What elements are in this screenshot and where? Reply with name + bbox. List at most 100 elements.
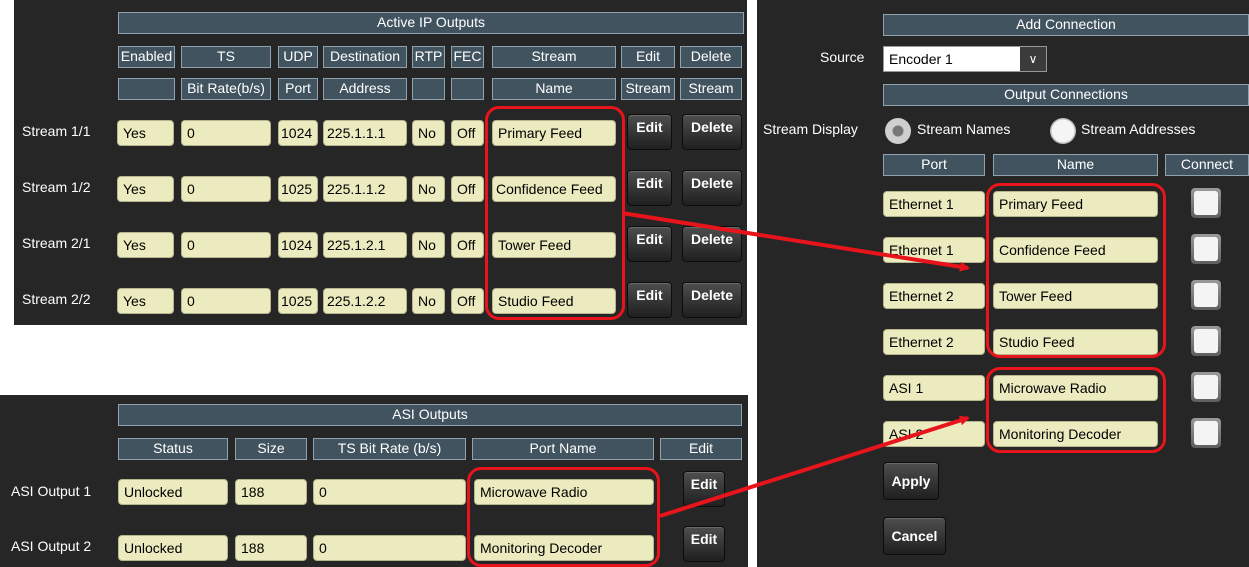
enabled-field[interactable]: Yes	[117, 288, 174, 314]
edit-stream-button[interactable]: Edit	[627, 114, 672, 150]
col-header-port: Port	[883, 154, 985, 176]
fec-field[interactable]: Off	[451, 176, 484, 202]
source-value: Encoder 1	[889, 51, 953, 67]
edit-asi-button[interactable]: Edit	[683, 526, 725, 562]
enabled-field[interactable]: Yes	[117, 176, 174, 202]
col-header-enabled-sub	[118, 78, 175, 100]
col-header-delete: Delete	[680, 46, 742, 68]
udp-port-field[interactable]: 1025	[278, 176, 318, 202]
bitrate-field[interactable]: 0	[181, 232, 271, 258]
stream-display-label: Stream Display	[763, 121, 858, 137]
connect-checkbox[interactable]	[1191, 188, 1221, 218]
destination-address-field[interactable]: 225.1.1.2	[323, 176, 407, 202]
col-header-name: Name	[993, 154, 1158, 176]
edit-stream-button[interactable]: Edit	[627, 282, 672, 318]
port-name-field[interactable]: Monitoring Decoder	[474, 535, 654, 561]
ts-bitrate-field: 0	[313, 479, 466, 505]
col-header-size: Size	[235, 438, 307, 460]
col-header-rtp: RTP	[412, 46, 445, 68]
connection-name-field: Primary Feed	[993, 191, 1158, 217]
status-field: Unlocked	[118, 535, 228, 561]
udp-port-field[interactable]: 1024	[278, 232, 318, 258]
destination-address-field[interactable]: 225.1.2.2	[323, 288, 407, 314]
source-select[interactable]: Encoder 1 ∨	[883, 46, 1047, 72]
delete-stream-button[interactable]: Delete	[682, 114, 742, 150]
add-connection-title: Add Connection	[883, 14, 1249, 36]
stream-name-field[interactable]: Studio Feed	[492, 288, 616, 314]
port-field: ASI 2	[883, 421, 985, 447]
asi-output-row-label: ASI Output 2	[11, 538, 92, 554]
connect-checkbox[interactable]	[1191, 326, 1221, 356]
stream-name-field[interactable]: Tower Feed	[492, 232, 616, 258]
bitrate-field[interactable]: 0	[181, 176, 271, 202]
cancel-button[interactable]: Cancel	[883, 517, 946, 555]
port-field: Ethernet 2	[883, 283, 985, 309]
output-connections-title: Output Connections	[883, 84, 1249, 106]
connect-checkbox[interactable]	[1191, 372, 1221, 402]
connect-checkbox[interactable]	[1191, 234, 1221, 264]
col-header-address-sub: Address	[323, 78, 407, 100]
chevron-down-icon[interactable]: ∨	[1020, 47, 1046, 71]
edit-stream-button[interactable]: Edit	[627, 226, 672, 262]
stream-row-label: Stream 2/1	[22, 235, 91, 251]
bitrate-field[interactable]: 0	[181, 288, 271, 314]
col-header-edit: Edit	[660, 438, 742, 460]
enabled-field[interactable]: Yes	[117, 232, 174, 258]
destination-address-field[interactable]: 225.1.2.1	[323, 232, 407, 258]
stream-addresses-radio-label[interactable]: Stream Addresses	[1081, 121, 1195, 137]
destination-address-field[interactable]: 225.1.1.1	[323, 120, 407, 146]
col-header-destination: Destination	[323, 46, 407, 68]
edit-stream-button[interactable]: Edit	[627, 170, 672, 206]
col-header-delete-stream-sub: Stream	[680, 78, 742, 100]
port-name-field[interactable]: Microwave Radio	[474, 479, 654, 505]
col-header-name-sub: Name	[492, 78, 616, 100]
col-header-edit: Edit	[621, 46, 675, 68]
asi-outputs-title: ASI Outputs	[118, 404, 742, 426]
connection-name-field: Monitoring Decoder	[993, 421, 1158, 447]
port-field: Ethernet 1	[883, 237, 985, 263]
delete-stream-button[interactable]: Delete	[682, 226, 742, 262]
active-ip-outputs-title: Active IP Outputs	[118, 12, 744, 34]
col-header-port-sub: Port	[278, 78, 318, 100]
delete-stream-button[interactable]: Delete	[682, 170, 742, 206]
rtp-field[interactable]: No	[412, 176, 445, 202]
col-header-bitrate-sub: Bit Rate(b/s)	[181, 78, 271, 100]
col-header-fec-sub	[451, 78, 484, 100]
stream-row-label: Stream 1/2	[22, 179, 91, 195]
udp-port-field[interactable]: 1025	[278, 288, 318, 314]
stream-name-field[interactable]: Confidence Feed	[492, 176, 616, 202]
source-label: Source	[820, 49, 865, 65]
bitrate-field[interactable]: 0	[181, 120, 271, 146]
delete-stream-button[interactable]: Delete	[682, 282, 742, 318]
connect-checkbox[interactable]	[1191, 280, 1221, 310]
port-field: ASI 1	[883, 375, 985, 401]
col-header-edit-stream-sub: Stream	[621, 78, 675, 100]
size-field: 188	[235, 535, 307, 561]
rtp-field[interactable]: No	[412, 288, 445, 314]
apply-button[interactable]: Apply	[883, 462, 939, 500]
asi-output-row-label: ASI Output 1	[11, 483, 92, 499]
stream-names-radio[interactable]	[885, 118, 911, 144]
stream-row-label: Stream 1/1	[22, 123, 91, 139]
stream-addresses-radio[interactable]	[1050, 118, 1076, 144]
connect-checkbox[interactable]	[1191, 418, 1221, 448]
status-field: Unlocked	[118, 479, 228, 505]
col-header-rtp-sub	[412, 78, 445, 100]
port-field: Ethernet 2	[883, 329, 985, 355]
col-header-stream: Stream	[492, 46, 616, 68]
ts-bitrate-field: 0	[313, 535, 466, 561]
rtp-field[interactable]: No	[412, 120, 445, 146]
enabled-field[interactable]: Yes	[117, 120, 174, 146]
col-header-udp: UDP	[278, 46, 318, 68]
size-field: 188	[235, 479, 307, 505]
fec-field[interactable]: Off	[451, 288, 484, 314]
stream-names-radio-label[interactable]: Stream Names	[917, 121, 1010, 137]
fec-field[interactable]: Off	[451, 120, 484, 146]
stream-name-field[interactable]: Primary Feed	[492, 120, 616, 146]
edit-asi-button[interactable]: Edit	[683, 471, 725, 507]
udp-port-field[interactable]: 1024	[278, 120, 318, 146]
fec-field[interactable]: Off	[451, 232, 484, 258]
connection-name-field: Confidence Feed	[993, 237, 1158, 263]
rtp-field[interactable]: No	[412, 232, 445, 258]
connection-name-field: Microwave Radio	[993, 375, 1158, 401]
